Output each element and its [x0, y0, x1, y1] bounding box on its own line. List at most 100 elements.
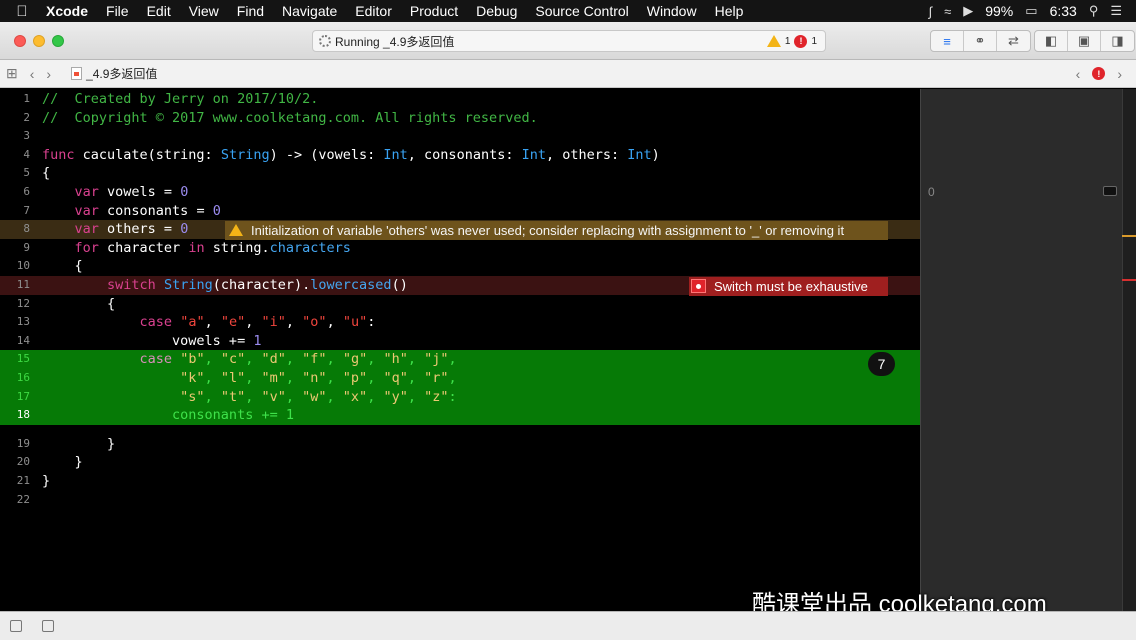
line-number: 14 — [16, 333, 30, 347]
error-icon — [691, 279, 706, 294]
menu-source-control[interactable]: Source Control — [526, 3, 637, 19]
line-code: } — [42, 454, 83, 471]
quick-look-icon[interactable] — [1103, 186, 1117, 196]
clock[interactable]: 6:33 — [1050, 3, 1077, 19]
zoom-window-button[interactable] — [52, 35, 64, 47]
menu-window[interactable]: Window — [638, 3, 706, 19]
warning-icon — [766, 35, 781, 47]
utilities-toggle-icon[interactable]: ◨ — [1101, 31, 1134, 51]
menu-debug[interactable]: Debug — [467, 3, 526, 19]
menu-product[interactable]: Product — [401, 3, 467, 19]
forward-chevron-icon[interactable]: › — [40, 66, 57, 82]
stop-icon[interactable] — [42, 620, 54, 632]
line-number: 12 — [16, 296, 30, 310]
line-number: 16 — [16, 371, 30, 384]
code-line[interactable]: 6 var vowels = 0 — [0, 183, 920, 202]
code-line[interactable]: 1 // Created by Jerry on 2017/10/2. — [0, 90, 920, 109]
wifi-icon[interactable]: ≈ — [944, 4, 951, 19]
line-code: func caculate(string: String) -> (vowels… — [42, 146, 660, 163]
standard-editor-icon[interactable]: ≡ — [931, 31, 964, 51]
line-number: 11 — [16, 278, 30, 291]
menu-view[interactable]: View — [180, 3, 228, 19]
code-line[interactable]: 20 } — [0, 453, 920, 472]
code-line-highlighted[interactable]: 15 case "b", "c", "d", "f", "g", "h", "j… — [0, 350, 920, 369]
code-line[interactable]: 12 { — [0, 295, 920, 314]
line-number: 20 — [16, 455, 30, 469]
line-code: for character in string.characters — [74, 239, 351, 256]
line-number: 21 — [16, 474, 30, 487]
menu-edit[interactable]: Edit — [138, 3, 180, 19]
activity-status: Running _4.9多返回值 — [335, 34, 455, 49]
inline-error-message[interactable]: Switch must be exhaustive — [689, 277, 888, 296]
status-area: ∫ ≈ ▶ 99% ▭ 6:33 ⚲ ☰ — [929, 3, 1136, 19]
line-number: 19 — [16, 436, 30, 450]
code-line-highlighted[interactable]: 16 "k", "l", "m", "n", "p", "q", "r", — [0, 369, 920, 388]
spotlight-search-icon[interactable]: ⚲ — [1089, 3, 1099, 19]
related-items-icon[interactable]: ⊞ — [0, 65, 24, 82]
code-line[interactable]: 22 — [0, 491, 920, 510]
menu-bar:  Xcode File Edit View Find Navigate Edi… — [0, 0, 1136, 22]
hide-debug-area-icon[interactable] — [10, 620, 22, 632]
line-code: } — [42, 435, 116, 452]
line-code: // Created by Jerry on 2017/10/2. — [42, 91, 319, 107]
navigator-toggle-icon[interactable]: ◧ — [1035, 31, 1068, 51]
debug-area-toggle-icon[interactable]: ▣ — [1068, 31, 1101, 51]
minimize-window-button[interactable] — [33, 35, 45, 47]
menu-app-name[interactable]: Xcode — [44, 3, 97, 19]
menu-editor[interactable]: Editor — [346, 3, 401, 19]
code-line-current[interactable]: 18 consonants += 1 — [0, 406, 920, 425]
scrollbar[interactable] — [1122, 89, 1136, 611]
bluetooth-icon[interactable]: ∫ — [929, 4, 933, 19]
next-issue-icon[interactable]: › — [1111, 66, 1128, 82]
apple-menu-icon[interactable]:  — [0, 3, 44, 20]
breadcrumb-file[interactable]: _4.9多返回值 — [86, 65, 157, 82]
line-number: 2 — [23, 110, 30, 124]
code-line[interactable]: 21} — [0, 472, 920, 491]
version-editor-icon[interactable]: ⇄ — [997, 31, 1030, 51]
menu-navigate[interactable]: Navigate — [273, 3, 346, 19]
line-number: 3 — [23, 129, 30, 143]
line-number: 4 — [23, 147, 30, 161]
error-count: 1 — [811, 35, 817, 47]
assistant-editor-icon[interactable]: ⚭ — [964, 31, 997, 51]
line-number: 8 — [23, 222, 30, 236]
code-line[interactable]: 2 // Copyright © 2017 www.coolketang.com.… — [0, 109, 920, 128]
code-line-highlighted[interactable]: 17 "s", "t", "v", "w", "x", "y", "z": — [0, 387, 920, 407]
code-line[interactable]: 7 var consonants = 0 — [0, 202, 920, 221]
editor-mode-group: ≡ ⚭ ⇄ — [930, 30, 1031, 52]
result-value: 0 — [928, 185, 935, 199]
line-code: "s", "t", "v", "w", "x", "y", "z": — [180, 388, 457, 405]
code-line[interactable]: 4 func caculate(string: String) -> (vowel… — [0, 146, 920, 165]
issue-error-icon[interactable]: ! — [1092, 67, 1106, 80]
close-window-button[interactable] — [14, 35, 26, 47]
inline-warning-message[interactable]: Initialization of variable 'others' was … — [225, 221, 888, 240]
line-code: { — [42, 165, 51, 182]
line-code: switch String(character).lowercased() — [107, 277, 408, 293]
volume-icon[interactable]: ▶ — [963, 3, 973, 19]
menu-find[interactable]: Find — [228, 3, 273, 19]
code-line[interactable]: 19 } — [0, 435, 920, 454]
error-text: Switch must be exhaustive — [714, 278, 868, 294]
menu-file[interactable]: File — [97, 3, 138, 19]
code-line[interactable]: 13 case "a", "e", "i", "o", "u": — [0, 313, 920, 332]
menu-help[interactable]: Help — [706, 3, 753, 19]
previous-issue-icon[interactable]: ‹ — [1070, 66, 1087, 82]
code-line[interactable]: 10 { — [0, 257, 920, 276]
source-editor[interactable]: 1 // Created by Jerry on 2017/10/2. 2 // C… — [0, 89, 920, 611]
notification-center-icon[interactable]: ☰ — [1110, 3, 1122, 19]
issue-counts[interactable]: 1 ! 1 — [766, 34, 825, 48]
line-number: 15 — [16, 352, 30, 366]
code-line[interactable]: 9 for character in string.characters — [0, 239, 920, 258]
line-number: 7 — [23, 203, 30, 217]
back-chevron-icon[interactable]: ‹ — [24, 66, 41, 82]
code-line[interactable]: 14 vowels += 1 — [0, 332, 920, 351]
swift-file-icon — [71, 67, 83, 80]
execution-count-badge[interactable]: 7 — [868, 352, 895, 376]
code-line[interactable]: 3 — [0, 127, 920, 146]
results-sidebar: 0 — [920, 89, 1136, 611]
activity-view[interactable]: Running _4.9多返回值 1 ! 1 — [312, 30, 826, 52]
line-code: case "b", "c", "d", "f", "g", "h", "j", — [139, 351, 457, 368]
battery-icon[interactable]: ▭ — [1025, 3, 1037, 19]
line-number: 17 — [16, 389, 30, 403]
code-line[interactable]: 5{ — [0, 164, 920, 183]
